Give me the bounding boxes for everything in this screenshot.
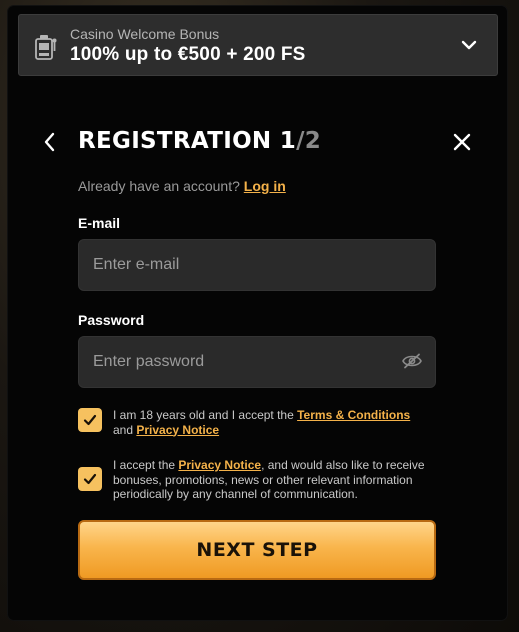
page-title: REGISTRATION 1/2 [78, 128, 321, 154]
eye-slash-icon[interactable] [402, 353, 422, 369]
bonus-banner[interactable]: Casino Welcome Bonus 100% up to €500 + 2… [18, 14, 498, 76]
back-arrow-icon[interactable] [42, 131, 58, 153]
page-title-step: REGISTRATION 1 [78, 128, 297, 154]
check-icon [83, 473, 97, 485]
marketing-consent-text: I accept the Privacy Notice, and would a… [113, 458, 431, 502]
login-prompt: Already have an account? [78, 178, 240, 194]
marketing-consent-row: I accept the Privacy Notice, and would a… [78, 458, 431, 502]
marketing-checkbox[interactable] [78, 467, 102, 491]
next-step-button[interactable]: NEXT STEP [78, 520, 436, 580]
terms-text-mid: and [113, 422, 137, 437]
registration-modal: Casino Welcome Bonus 100% up to €500 + 2… [8, 6, 507, 620]
marketing-text-before: I accept the [113, 458, 179, 472]
page-title-total: /2 [296, 128, 322, 154]
password-field[interactable] [78, 336, 436, 388]
password-label: Password [78, 312, 145, 328]
slot-machine-icon [35, 35, 57, 60]
privacy-notice-link-2[interactable]: Privacy Notice [178, 458, 261, 472]
terms-checkbox[interactable] [78, 408, 102, 432]
check-icon [83, 414, 97, 426]
terms-consent-text: I am 18 years old and I accept the Terms… [113, 408, 431, 437]
email-field[interactable] [78, 239, 436, 291]
terms-conditions-link[interactable]: Terms & Conditions [297, 408, 410, 422]
bonus-label: Casino Welcome Bonus [70, 26, 220, 42]
chevron-down-icon[interactable] [461, 39, 477, 51]
terms-text-before: I am 18 years old and I accept the [113, 408, 298, 422]
login-link[interactable]: Log in [244, 178, 286, 194]
login-prompt-row: Already have an account? Log in [78, 178, 286, 194]
privacy-notice-link[interactable]: Privacy Notice [136, 423, 219, 437]
email-label: E-mail [78, 215, 121, 231]
close-icon[interactable] [451, 131, 473, 153]
bonus-title: 100% up to €500 + 200 FS [70, 44, 306, 65]
terms-consent-row: I am 18 years old and I accept the Terms… [78, 408, 431, 437]
